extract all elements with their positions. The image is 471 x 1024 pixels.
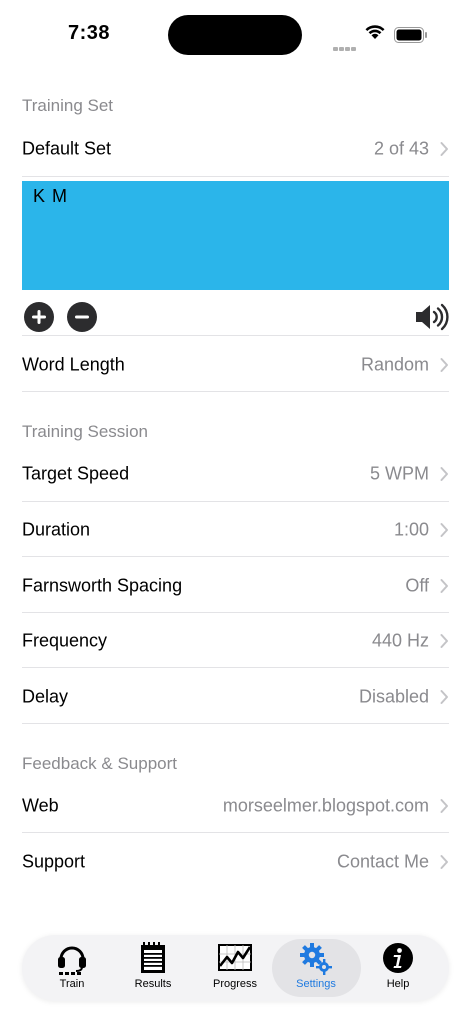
duration-label: Duration [22, 519, 91, 539]
section-header-training-session: Training Session [22, 422, 148, 441]
tab-train-label: Train [59, 978, 85, 990]
separator [22, 667, 449, 668]
word-length-row[interactable]: Word Length Random [22, 337, 449, 392]
farnsworth-spacing-row[interactable]: Farnsworth Spacing Off [22, 558, 449, 613]
delay-value: Disabled [358, 686, 429, 706]
default-set-value: 2 of 43 [373, 138, 429, 158]
tab-help[interactable]: Help [357, 935, 439, 1001]
section-header-feedback-support: Feedback & Support [22, 754, 177, 773]
chart-icon [218, 944, 252, 971]
tab-progress[interactable]: Progress [194, 935, 276, 1001]
tab-results-label: Results [134, 978, 172, 990]
frequency-label: Frequency [22, 630, 108, 650]
minus-circle-icon [75, 315, 89, 319]
wifi-icon [365, 25, 385, 39]
separator [22, 176, 449, 177]
chevron-right-icon [440, 689, 448, 704]
web-label: Web [22, 795, 59, 815]
battery-icon [394, 27, 427, 43]
speaker-wave-icon[interactable] [414, 302, 449, 332]
tab-results[interactable]: Results [112, 935, 194, 1001]
section-header-training-set: Training Set [22, 96, 114, 115]
character-set-display[interactable]: K M [22, 181, 449, 290]
gear-icon [300, 943, 332, 975]
frequency-value: 440 Hz [371, 630, 429, 650]
web-row[interactable]: Web morseelmer.blogspot.com [22, 778, 449, 833]
frequency-row[interactable]: Frequency 440 Hz [22, 613, 449, 668]
plus-circle-icon [32, 310, 46, 324]
chevron-right-icon [440, 522, 448, 537]
separator [22, 391, 449, 392]
chevron-right-icon [440, 854, 448, 869]
tab-help-label: Help [386, 978, 410, 990]
default-set-row[interactable]: Default Set 2 of 43 [22, 121, 449, 176]
character-set-text: K M [33, 186, 69, 206]
tab-train[interactable]: Train [31, 935, 113, 1001]
support-row[interactable]: Support Contact Me [22, 834, 449, 889]
tab-bar: Train Results Progress Settings Help [22, 935, 449, 1001]
target-speed-row[interactable]: Target Speed 5 WPM [22, 446, 449, 501]
remove-character-button[interactable] [67, 302, 97, 332]
chevron-right-icon [440, 141, 448, 156]
tab-settings[interactable]: Settings [275, 935, 357, 1001]
support-label: Support [22, 851, 86, 871]
chevron-right-icon [440, 798, 448, 813]
dynamic-island [168, 15, 302, 55]
tab-progress-label: Progress [212, 978, 258, 990]
add-character-button[interactable] [24, 302, 54, 332]
chevron-right-icon [440, 633, 448, 648]
word-length-value: Random [360, 354, 429, 374]
cellular-signal-icon [333, 38, 357, 56]
chevron-right-icon [440, 466, 448, 481]
separator [22, 832, 449, 833]
headset-icon [58, 946, 86, 975]
chevron-right-icon [440, 357, 448, 372]
duration-value: 1:00 [393, 519, 429, 539]
word-length-label: Word Length [22, 354, 125, 374]
separator [22, 723, 449, 724]
tab-settings-label: Settings [296, 978, 336, 990]
target-speed-value: 5 WPM [369, 463, 429, 483]
delay-row[interactable]: Delay Disabled [22, 669, 449, 724]
delay-label: Delay [22, 686, 69, 706]
web-value: morseelmer.blogspot.com [222, 795, 429, 815]
info-icon [383, 943, 413, 973]
target-speed-label: Target Speed [22, 463, 130, 483]
status-time: 7:38 [68, 22, 111, 44]
duration-row[interactable]: Duration 1:00 [22, 502, 449, 557]
status-bar: 7:38 [0, 0, 471, 70]
farnsworth-spacing-value: Off [405, 575, 429, 595]
separator [22, 335, 449, 336]
separator [22, 556, 449, 557]
support-value: Contact Me [336, 851, 429, 871]
default-set-label: Default Set [22, 138, 112, 158]
chevron-right-icon [440, 578, 448, 593]
farnsworth-spacing-label: Farnsworth Spacing [22, 575, 183, 595]
notepad-icon [141, 942, 165, 973]
